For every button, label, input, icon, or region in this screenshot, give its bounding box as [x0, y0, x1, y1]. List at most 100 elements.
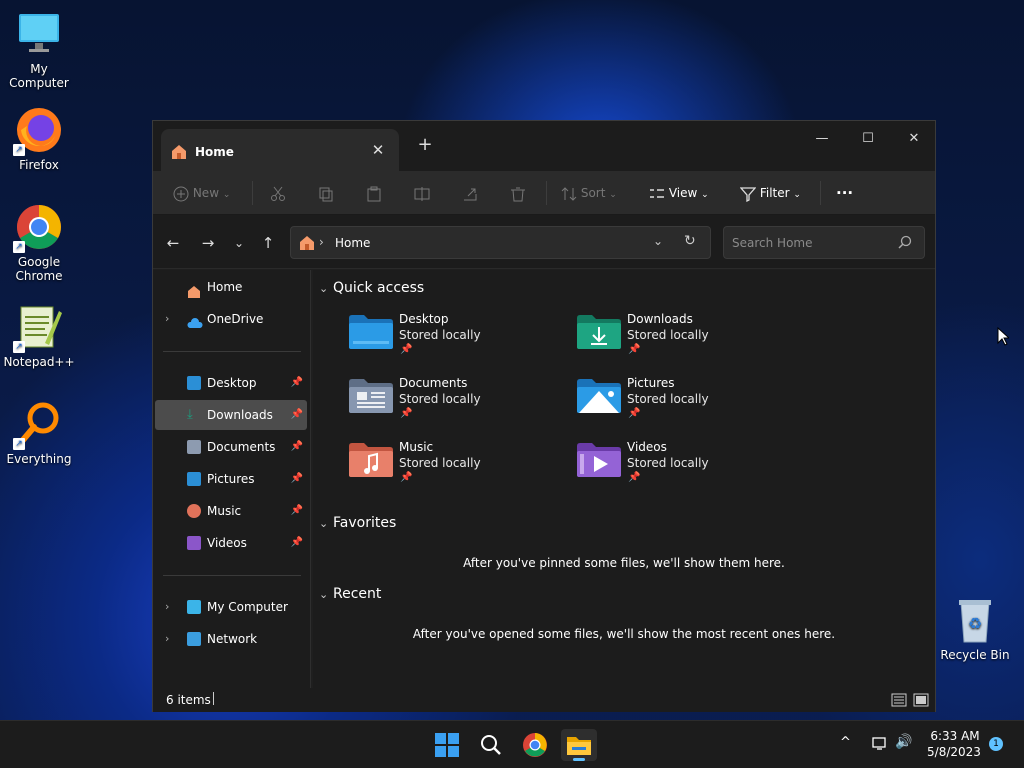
volume-icon[interactable]: 🔊	[895, 734, 912, 750]
status-separator	[213, 692, 214, 705]
forward-button[interactable]: →	[196, 231, 220, 255]
copy-button[interactable]	[318, 181, 334, 205]
sidebar-item-desktop[interactable]: Desktop 📌	[155, 368, 307, 398]
details-view-button[interactable]	[891, 693, 907, 710]
expand-chevron-icon[interactable]: ›	[165, 304, 169, 334]
cut-button[interactable]	[270, 181, 286, 205]
up-button[interactable]: ↑	[256, 231, 280, 255]
section-title: Recent	[333, 586, 382, 602]
taskbar-chrome-button[interactable]	[517, 729, 553, 761]
download-icon: ⤓	[187, 407, 193, 422]
taskbar: ^ 🔊 6:33 AM 5/8/2023 1	[0, 720, 1024, 768]
refresh-button[interactable]: ↻	[684, 233, 696, 249]
chevron-down-icon: ⌄	[793, 190, 801, 200]
sidebar-item-onedrive[interactable]: › OneDrive	[155, 304, 307, 334]
videos-folder-icon	[577, 443, 621, 477]
trash-icon	[511, 187, 525, 201]
desktop-icon-recycle-bin[interactable]: ♻ Recycle Bin	[936, 596, 1014, 662]
chevron-down-icon: ⌄	[319, 282, 329, 295]
title-bar: Home ✕ + — ☐ ✕	[153, 121, 935, 171]
taskbar-search-button[interactable]	[473, 729, 509, 761]
network-status-icon[interactable]	[871, 736, 889, 755]
sort-icon	[561, 186, 577, 201]
sidebar-item-pictures[interactable]: Pictures 📌	[155, 464, 307, 494]
desktop-icon-everything[interactable]: ↗ Everything	[0, 400, 78, 466]
toolbar-divider	[546, 181, 547, 205]
breadcrumb-chevron-icon: ›	[319, 235, 324, 249]
chevron-down-icon: ⌄	[319, 517, 329, 530]
start-button[interactable]	[429, 729, 465, 761]
sidebar-item-network[interactable]: › Network	[155, 624, 307, 654]
sort-button[interactable]: Sort ⌄	[561, 181, 617, 205]
pin-icon: 📌	[628, 408, 641, 419]
address-dropdown-button[interactable]: ⌄	[653, 234, 663, 248]
clock-date[interactable]: 5/8/2023	[924, 745, 984, 759]
new-button[interactable]: New ⌄	[173, 181, 230, 205]
sidebar-item-home[interactable]: Home	[155, 272, 307, 302]
search-icon	[898, 235, 912, 252]
quick-access-item-downloads[interactable]: Downloads Stored locally 📌	[577, 312, 777, 364]
sidebar-item-videos[interactable]: Videos 📌	[155, 528, 307, 558]
quick-access-item-pictures[interactable]: Pictures Stored locally 📌	[577, 376, 777, 428]
item-status: Stored locally	[399, 328, 481, 342]
expand-chevron-icon[interactable]: ›	[165, 624, 169, 654]
clock-time[interactable]: 6:33 AM	[930, 729, 980, 743]
sidebar-item-music[interactable]: Music 📌	[155, 496, 307, 526]
quick-access-item-music[interactable]: Music Stored locally 📌	[349, 440, 549, 492]
quick-access-item-documents[interactable]: Documents Stored locally 📌	[349, 376, 549, 428]
tab-close-button[interactable]: ✕	[367, 139, 389, 161]
item-name: Music	[399, 440, 434, 454]
scissors-icon	[271, 186, 285, 201]
item-name: Documents	[399, 376, 468, 390]
filter-button[interactable]: Filter ⌄	[739, 181, 801, 205]
desktop-icon-notepadpp[interactable]: ↗ Notepad++	[0, 303, 78, 369]
minimize-button[interactable]: —	[799, 125, 845, 153]
section-quick-access[interactable]: ⌄ Quick access	[319, 280, 424, 296]
expand-chevron-icon[interactable]: ›	[165, 592, 169, 622]
taskbar-file-explorer-button[interactable]	[561, 729, 597, 761]
rename-button[interactable]	[414, 181, 430, 205]
back-button[interactable]: ←	[161, 231, 185, 255]
maximize-button[interactable]: ☐	[845, 125, 891, 153]
quick-access-item-desktop[interactable]: Desktop Stored locally 📌	[349, 312, 549, 364]
item-status: Stored locally	[627, 456, 709, 470]
notification-badge[interactable]: 1	[989, 737, 1003, 751]
recent-locations-button[interactable]: ⌄	[227, 231, 251, 255]
tab-home[interactable]: Home ✕	[161, 129, 399, 171]
search-icon	[481, 735, 501, 755]
tiles-view-button[interactable]	[913, 693, 929, 710]
search-box[interactable]: Search Home	[723, 226, 925, 259]
section-recent[interactable]: ⌄ Recent	[319, 586, 381, 602]
tab-title: Home	[195, 145, 234, 159]
delete-button[interactable]	[510, 181, 526, 205]
document-icon	[187, 440, 201, 454]
active-app-indicator	[573, 758, 585, 761]
sidebar-item-label: Pictures	[207, 472, 255, 486]
more-options-button[interactable]: ...	[836, 177, 853, 201]
breadcrumb[interactable]: Home	[335, 236, 370, 250]
desktop-icon-chrome[interactable]: ↗ Google Chrome	[0, 203, 78, 283]
view-icon	[650, 188, 664, 198]
address-bar[interactable]: › Home ⌄ ↻	[290, 226, 711, 259]
file-explorer-window: Home ✕ + — ☐ ✕ New ⌄ Sort ⌄ View ⌄ Filte…	[152, 120, 936, 712]
search-input[interactable]: Search Home	[732, 236, 812, 250]
share-button[interactable]	[462, 181, 478, 205]
section-favorites[interactable]: ⌄ Favorites	[319, 515, 396, 531]
new-tab-button[interactable]: +	[413, 133, 437, 157]
sidebar-item-my-computer[interactable]: › My Computer	[155, 592, 307, 622]
show-hidden-icons-button[interactable]: ^	[840, 735, 851, 750]
recycle-bin-icon: ♻	[951, 596, 999, 644]
sidebar-item-downloads[interactable]: ⤓ Downloads 📌	[155, 400, 307, 430]
item-name: Downloads	[627, 312, 693, 326]
close-window-button[interactable]: ✕	[891, 125, 937, 153]
desktop-icon-firefox[interactable]: ↗ Firefox	[0, 106, 78, 172]
sidebar-item-documents[interactable]: Documents 📌	[155, 432, 307, 462]
desktop-icon-my-computer[interactable]: My Computer	[0, 10, 78, 90]
navigation-bar: ← → ⌄ ↑ › Home ⌄ ↻ Search Home	[153, 215, 935, 269]
quick-access-item-videos[interactable]: Videos Stored locally 📌	[577, 440, 777, 492]
view-button[interactable]: View ⌄	[649, 181, 709, 205]
sidebar-item-label: Desktop	[207, 376, 257, 390]
paste-button[interactable]	[366, 181, 382, 205]
home-icon	[299, 235, 315, 254]
pin-icon: 📌	[290, 377, 303, 388]
